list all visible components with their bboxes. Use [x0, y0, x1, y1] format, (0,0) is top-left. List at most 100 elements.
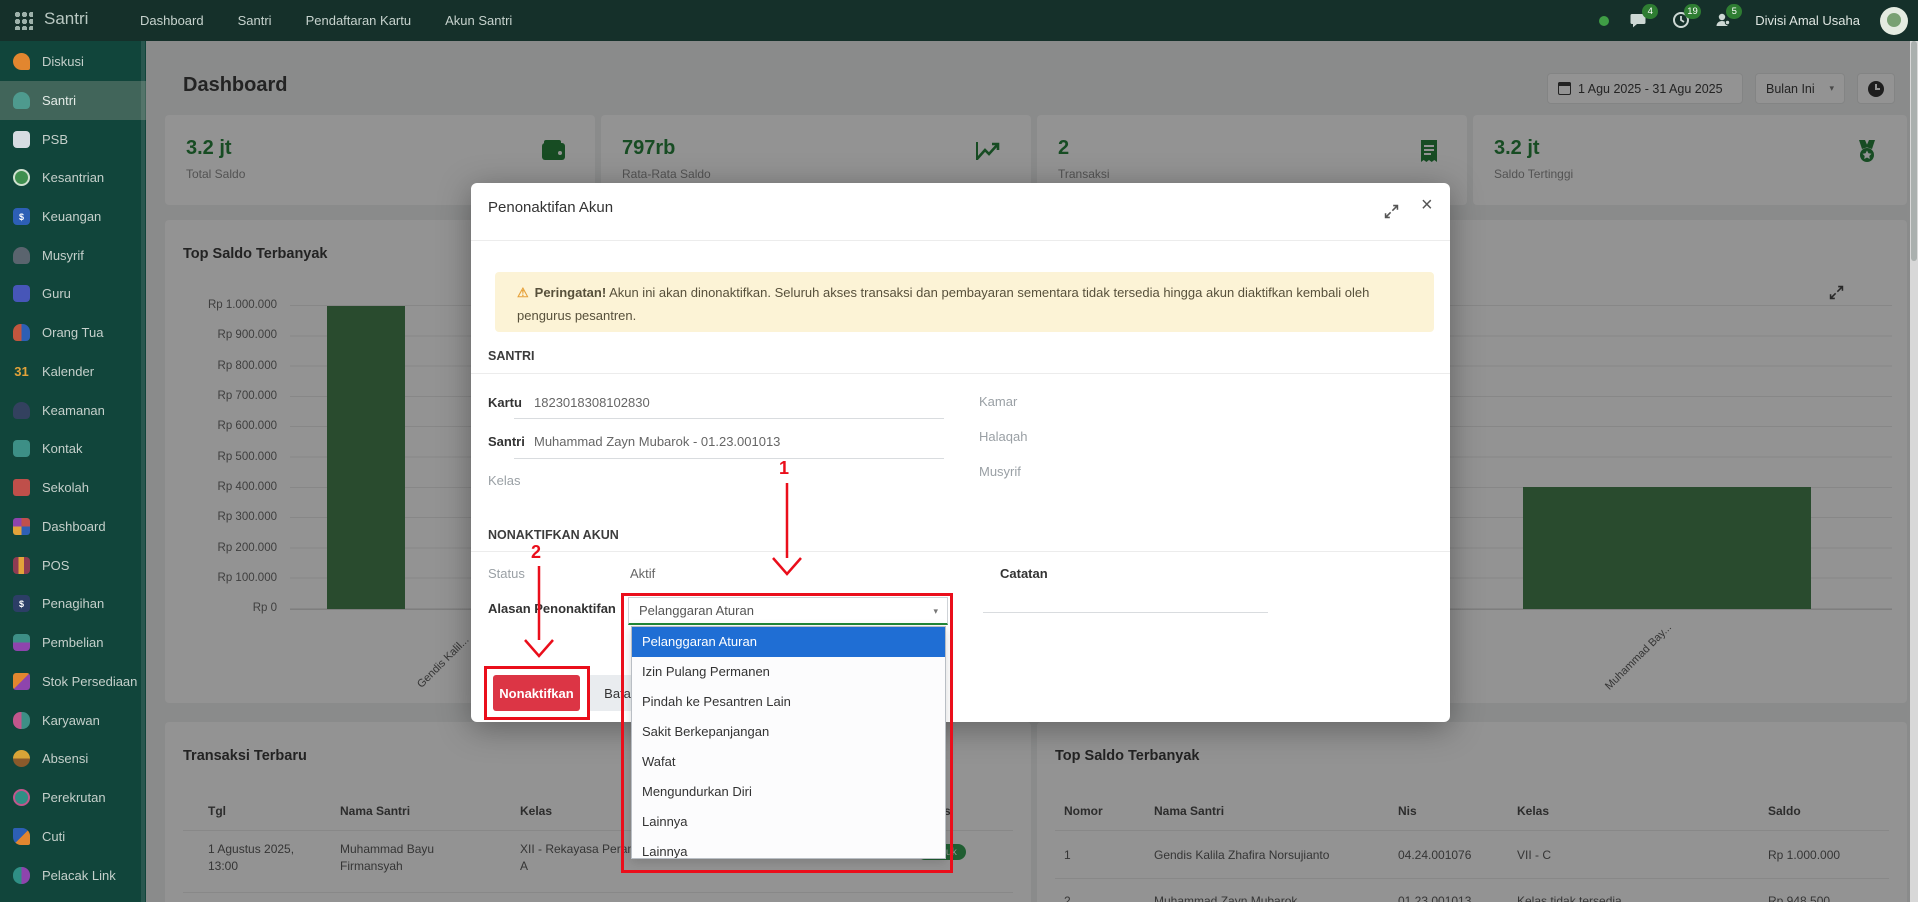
- sidebar-item-kesantrian[interactable]: Kesantrian: [0, 158, 146, 197]
- top-navbar: Santri Dashboard Santri Pendaftaran Kart…: [0, 0, 1918, 41]
- billing-icon: $: [13, 595, 30, 612]
- alasan-label: Alasan Penonaktifan: [488, 601, 616, 616]
- approval-badge: 5: [1726, 4, 1742, 19]
- brand[interactable]: Santri: [44, 9, 88, 29]
- parents-icon: [13, 324, 30, 341]
- warning-alert: ⚠ Peringatan! Akun ini akan dinonaktifkan…: [495, 272, 1434, 332]
- sidebar-item-penagihan[interactable]: $Penagihan: [0, 584, 146, 623]
- sidebar-item-orang-tua[interactable]: Orang Tua: [0, 313, 146, 352]
- emblem-icon: [13, 169, 30, 186]
- dropdown-option[interactable]: Wafat: [632, 747, 945, 777]
- deactivate-button[interactable]: Nonaktifkan: [493, 675, 580, 711]
- sidebar-item-cuti[interactable]: Cuti: [0, 817, 146, 856]
- musyrif-label: Musyrif: [979, 464, 1021, 479]
- screen: Santri Dashboard Santri Pendaftaran Kart…: [0, 0, 1918, 902]
- calendar-icon: 31: [13, 363, 30, 380]
- input-underline: [514, 418, 944, 419]
- employees-icon: [13, 712, 30, 729]
- nav-item-dashboard[interactable]: Dashboard: [140, 13, 204, 28]
- alasan-dropdown-list: Pelanggaran Aturan Izin Pulang Permanen …: [631, 626, 946, 859]
- dropdown-option[interactable]: Lainnya: [632, 837, 945, 859]
- sidebar-item-dashboard[interactable]: Dashboard: [0, 507, 146, 546]
- sidebar-item-kontak[interactable]: Kontak: [0, 429, 146, 468]
- chat-icon: [13, 53, 30, 70]
- dropdown-option[interactable]: Pelanggaran Aturan: [632, 627, 945, 657]
- navbar-right: 4 19 5 Divisi Amal Usaha: [1599, 0, 1908, 41]
- alasan-select[interactable]: Pelanggaran Aturan ▾: [628, 597, 948, 625]
- sidebar-item-karyawan[interactable]: Karyawan: [0, 701, 146, 740]
- input-underline: [514, 458, 944, 459]
- school-icon: [13, 479, 30, 496]
- sidebar-item-pelacak-link[interactable]: Pelacak Link: [0, 856, 146, 895]
- inventory-icon: [13, 673, 30, 690]
- kamar-label: Kamar: [979, 394, 1017, 409]
- sidebar-item-sekolah[interactable]: Sekolah: [0, 468, 146, 507]
- expand-icon[interactable]: [1383, 203, 1400, 225]
- deactivation-modal: Penonaktifan Akun × ⚠ Peringatan! Akun in…: [471, 183, 1450, 722]
- nav-item-pendaftaran-kartu[interactable]: Pendaftaran Kartu: [306, 13, 412, 28]
- sidebar-item-stok-persediaan[interactable]: Stok Persediaan: [0, 662, 146, 701]
- approval-bell-icon[interactable]: 5: [1713, 10, 1735, 32]
- alasan-selected-value: Pelanggaran Aturan: [639, 603, 754, 618]
- sidebar: Diskusi Santri PSB Kesantrian $Keuangan …: [0, 41, 146, 902]
- sidebar-item-keamanan[interactable]: Keamanan: [0, 391, 146, 430]
- sidebar-scrollbar[interactable]: [141, 41, 145, 902]
- mentor-icon: [13, 247, 30, 264]
- dropdown-option[interactable]: Lainnya: [632, 807, 945, 837]
- warning-text: Akun ini akan dinonaktifkan. Seluruh aks…: [517, 285, 1369, 323]
- sidebar-item-diskusi[interactable]: Diskusi: [0, 42, 146, 81]
- attendance-icon: [13, 750, 30, 767]
- nav-item-santri[interactable]: Santri: [238, 13, 272, 28]
- avatar[interactable]: [1880, 7, 1908, 35]
- status-label: Status: [488, 566, 525, 581]
- purchase-icon: [13, 634, 30, 651]
- dropdown-option[interactable]: Pindah ke Pesantren Lain: [632, 687, 945, 717]
- catatan-underline[interactable]: [983, 612, 1268, 613]
- warning-bold: Peringatan!: [535, 285, 607, 300]
- user-division-label[interactable]: Divisi Amal Usaha: [1755, 13, 1860, 28]
- chat-icon[interactable]: 4: [1629, 10, 1651, 32]
- sidebar-item-guru[interactable]: Guru: [0, 274, 146, 313]
- section-heading-nonaktifkan: NONAKTIFKAN AKUN: [488, 528, 619, 542]
- sidebar-item-pembelian[interactable]: Pembelian: [0, 623, 146, 662]
- santri-value[interactable]: Muhammad Zayn Mubarok - 01.23.001013: [534, 434, 780, 449]
- nav-item-akun-santri[interactable]: Akun Santri: [445, 13, 512, 28]
- recruitment-icon: [13, 789, 30, 806]
- santri-label: Santri: [488, 434, 525, 449]
- sidebar-item-santri[interactable]: Santri: [0, 81, 146, 120]
- divider: [471, 551, 1450, 552]
- history-clock-icon[interactable]: 19: [1671, 10, 1693, 32]
- dropdown-option[interactable]: Sakit Berkepanjangan: [632, 717, 945, 747]
- sidebar-item-psb[interactable]: PSB: [0, 120, 146, 159]
- kartu-value[interactable]: 1823018308102830: [534, 395, 650, 410]
- modal-title: Penonaktifan Akun: [488, 199, 613, 216]
- sidebar-item-keuangan[interactable]: $Keuangan: [0, 197, 146, 236]
- security-icon: [13, 402, 30, 419]
- section-heading-santri: SANTRI: [488, 349, 535, 363]
- catatan-label: Catatan: [1000, 566, 1048, 581]
- dashboard-icon: [13, 518, 30, 535]
- sidebar-item-kalender[interactable]: 31Kalender: [0, 352, 146, 391]
- close-icon[interactable]: ×: [1421, 194, 1433, 217]
- sidebar-item-absensi[interactable]: Absensi: [0, 739, 146, 778]
- navbar-menu: Dashboard Santri Pendaftaran Kartu Akun …: [140, 0, 512, 41]
- sidebar-item-pos[interactable]: POS: [0, 546, 146, 585]
- scrollbar-thumb[interactable]: [1911, 41, 1917, 261]
- divider: [471, 240, 1450, 241]
- online-status-dot: [1599, 16, 1609, 26]
- warning-icon: ⚠: [517, 285, 529, 300]
- sidebar-item-perekrutan[interactable]: Perekrutan: [0, 778, 146, 817]
- dropdown-option[interactable]: Mengundurkan Diri: [632, 777, 945, 807]
- teacher-icon: [13, 285, 30, 302]
- dropdown-option[interactable]: Izin Pulang Permanen: [632, 657, 945, 687]
- kelas-label: Kelas: [488, 473, 521, 488]
- status-value: Aktif: [630, 566, 655, 581]
- app-launcher-icon[interactable]: [14, 11, 33, 30]
- halaqah-label: Halaqah: [979, 429, 1027, 444]
- sidebar-item-musyrif[interactable]: Musyrif: [0, 236, 146, 275]
- page-scrollbar[interactable]: [1910, 41, 1918, 902]
- kartu-label: Kartu: [488, 395, 522, 410]
- history-badge: 19: [1684, 4, 1701, 19]
- chat-badge: 4: [1642, 4, 1658, 19]
- money-icon: $: [13, 208, 30, 225]
